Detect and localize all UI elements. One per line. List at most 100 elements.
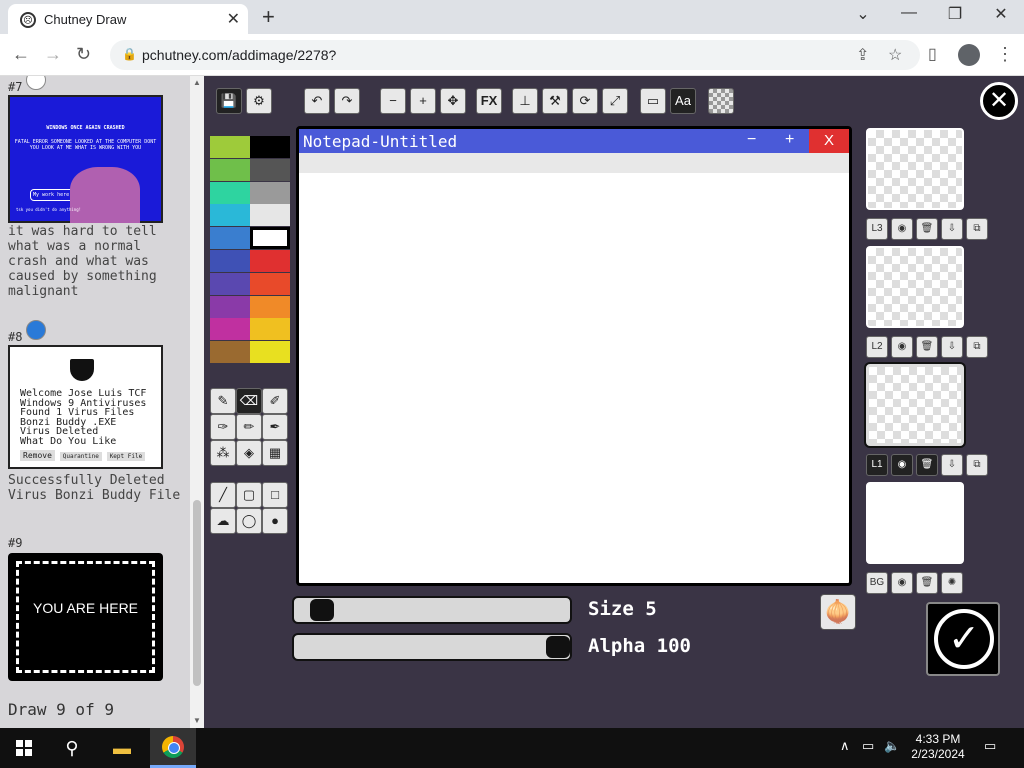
windows-logo-icon[interactable] — [26, 320, 46, 340]
color-swatch[interactable] — [250, 250, 290, 272]
color-swatch[interactable] — [250, 204, 290, 227]
color-swatch[interactable] — [250, 181, 290, 204]
merge-layer-icon[interactable]: ⧉ — [966, 454, 988, 476]
volume-icon[interactable]: 🔈 — [884, 738, 900, 754]
lock-icon[interactable]: 🔒 — [122, 47, 137, 61]
color-swatch[interactable] — [210, 158, 250, 181]
color-swatch[interactable] — [250, 136, 290, 158]
notification-icon[interactable]: ▭ — [984, 738, 996, 754]
background-layer-label[interactable]: BG — [866, 572, 888, 594]
layer-2-label[interactable]: L2 — [866, 336, 888, 358]
image-icon[interactable]: ▭ — [640, 88, 666, 114]
rectangle-outline-icon[interactable]: ▢ — [236, 482, 262, 508]
fx-button[interactable]: FX — [476, 88, 502, 114]
drawing-canvas[interactable]: Notepad-Untitled − + X — [296, 126, 852, 586]
eye-icon[interactable]: ◉ — [891, 572, 913, 594]
layer-3-thumbnail[interactable] — [866, 128, 964, 210]
layer-1-thumbnail[interactable] — [866, 364, 964, 446]
lasso-icon[interactable]: ☁ — [210, 508, 236, 534]
resize-icon[interactable]: ⤢ — [602, 88, 628, 114]
redo-icon[interactable]: ↷ — [334, 88, 360, 114]
eye-icon[interactable]: ◉ — [891, 336, 913, 358]
pencil-icon[interactable]: ✒ — [262, 414, 288, 440]
save-icon[interactable]: 💾 — [216, 88, 242, 114]
merge-layer-icon[interactable]: ⧉ — [966, 336, 988, 358]
pixel-pattern-icon[interactable]: ▦ — [262, 440, 288, 466]
size-slider[interactable] — [292, 596, 572, 624]
color-swatch[interactable] — [250, 158, 290, 181]
new-tab-button[interactable]: + — [262, 4, 275, 30]
color-swatch[interactable] — [210, 250, 250, 272]
windows-start-icon[interactable] — [16, 740, 32, 756]
color-swatch[interactable] — [250, 227, 290, 250]
gallery-scrollbar[interactable]: ▲ ▼ — [190, 76, 204, 728]
share-icon[interactable]: ⇪ — [856, 45, 869, 65]
color-swatch[interactable] — [250, 295, 290, 318]
pipette-icon[interactable]: ✎ — [210, 388, 236, 414]
reload-button[interactable]: ↻ — [76, 44, 91, 65]
omnibox[interactable]: 🔒 pchutney.com/addimage/2278? ⇪ ☆ — [110, 40, 920, 70]
merge-layer-icon[interactable]: ⧉ — [966, 218, 988, 240]
color-swatch[interactable] — [250, 272, 290, 295]
color-swatch[interactable] — [250, 341, 290, 364]
url-text[interactable]: pchutney.com/addimage/2278? — [142, 47, 336, 63]
eye-icon[interactable]: ◉ — [891, 454, 913, 476]
color-swatch[interactable] — [250, 318, 290, 341]
gallery-thumbnail[interactable]: Welcome Jose Luis TCF Windows 9 Antiviru… — [8, 345, 163, 469]
more-menu-icon[interactable]: ⋮ — [996, 44, 1014, 65]
layer-3-label[interactable]: L3 — [866, 218, 888, 240]
line-tool-icon[interactable]: ╱ — [210, 482, 236, 508]
brush-icon[interactable]: ✑ — [210, 414, 236, 440]
profile-avatar[interactable] — [958, 44, 980, 66]
bookmark-star-icon[interactable]: ☆ — [888, 45, 902, 65]
alpha-slider-thumb[interactable] — [546, 636, 570, 658]
color-swatch[interactable] — [210, 318, 250, 341]
tray-chevron-icon[interactable]: ∧ — [840, 738, 850, 754]
trash-icon[interactable]: 🗑 — [916, 336, 938, 358]
minimize-button[interactable]: — — [886, 4, 932, 22]
arrow-down-icon[interactable]: ⇩ — [941, 336, 963, 358]
marker-icon[interactable]: ✏ — [236, 414, 262, 440]
circle-fill-icon[interactable]: ● — [262, 508, 288, 534]
spray-icon[interactable]: ⁂ — [210, 440, 236, 466]
scroll-up-icon[interactable]: ▲ — [193, 78, 201, 87]
pen-icon[interactable]: ✐ — [262, 388, 288, 414]
window-close-button[interactable]: ✕ — [978, 4, 1024, 24]
chrome-taskbar-icon[interactable] — [150, 728, 196, 768]
transparency-icon[interactable] — [708, 88, 734, 114]
color-swatch[interactable] — [210, 341, 250, 364]
color-swatch[interactable] — [210, 136, 250, 158]
rotate-icon[interactable]: ⟳ — [572, 88, 598, 114]
gallery-thumbnail[interactable]: WINDOWS ONCE AGAIN CRASHED FATAL ERROR S… — [8, 95, 163, 223]
background-color-icon[interactable]: ✺ — [941, 572, 963, 594]
color-swatch[interactable] — [210, 181, 250, 204]
search-icon[interactable]: ⚲ — [52, 734, 92, 762]
arrow-down-icon[interactable]: ⇩ — [941, 218, 963, 240]
move-icon[interactable]: ✥ — [440, 88, 466, 114]
trash-icon[interactable]: 🗑 — [916, 454, 938, 476]
file-explorer-icon[interactable]: ▬ — [102, 734, 142, 762]
onion-skin-icon[interactable]: 🧅 — [820, 594, 856, 630]
gallery-panel[interactable]: #7 WINDOWS ONCE AGAIN CRASHED FATAL ERRO… — [0, 76, 190, 728]
tab-search-button[interactable]: ⌄ — [840, 4, 886, 24]
undo-icon[interactable]: ↶ — [304, 88, 330, 114]
zoom-out-icon[interactable]: − — [380, 88, 406, 114]
tab-close-icon[interactable]: ✕ — [227, 9, 240, 29]
rectangle-fill-icon[interactable]: □ — [262, 482, 288, 508]
zoom-in-icon[interactable]: + — [410, 88, 436, 114]
forklift-icon[interactable]: ⚒ — [542, 88, 568, 114]
color-swatch[interactable] — [210, 227, 250, 250]
color-swatch[interactable] — [210, 204, 250, 227]
forward-button[interactable]: → — [44, 44, 62, 65]
eye-icon[interactable]: ◉ — [891, 218, 913, 240]
fill-bucket-icon[interactable]: ◈ — [236, 440, 262, 466]
eraser-icon[interactable]: ⌫ — [236, 388, 262, 414]
size-slider-thumb[interactable] — [310, 599, 335, 621]
color-swatch[interactable] — [210, 272, 250, 295]
trash-icon[interactable]: 🗑 — [916, 218, 938, 240]
side-panel-icon[interactable]: ▯ — [928, 44, 937, 64]
system-clock[interactable]: 4:33 PM 2/23/2024 — [906, 732, 970, 762]
submit-drawing-button[interactable]: ✓ — [926, 602, 1000, 676]
close-editor-button[interactable]: ✕ — [980, 82, 1018, 120]
layer-1-label[interactable]: L1 — [866, 454, 888, 476]
